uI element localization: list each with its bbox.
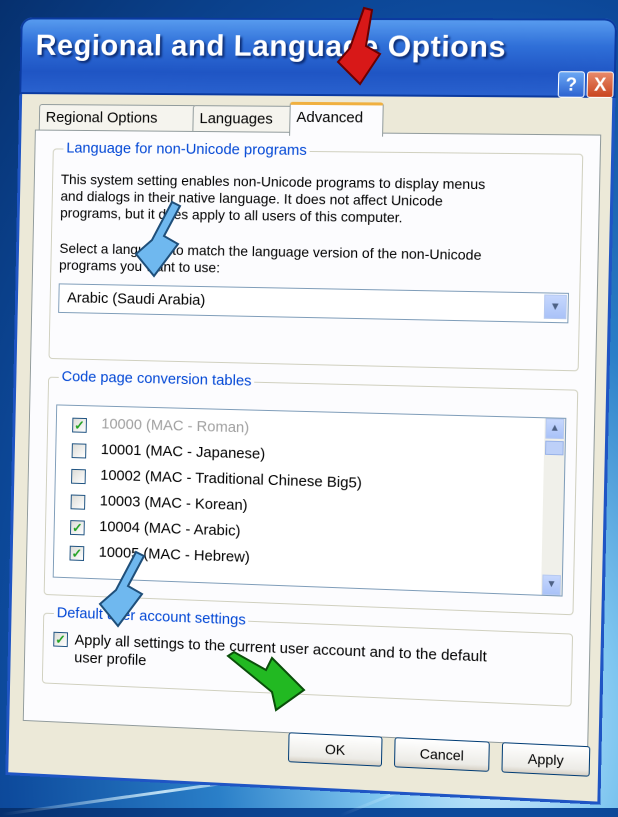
language-dropdown-value: Arabic (Saudi Arabia): [67, 289, 206, 309]
apply-button[interactable]: Apply: [501, 742, 590, 777]
list-item-label: 10003 (MAC - Korean): [100, 492, 248, 514]
dialog-body: Regional Options Languages Advanced Lang…: [5, 94, 615, 805]
list-item-label: 10000 (MAC - Roman): [101, 415, 249, 436]
list-item[interactable]: ✓ 10005 (MAC - Hebrew): [69, 542, 70, 568]
close-button[interactable]: X: [587, 71, 614, 98]
tab-languages[interactable]: Languages: [192, 105, 293, 133]
scroll-down-icon[interactable]: ▼: [542, 575, 561, 596]
scroll-up-icon[interactable]: ▲: [545, 418, 564, 439]
list-item[interactable]: ✓ 10000 (MAC - Roman): [72, 414, 73, 440]
checkbox[interactable]: ✓: [72, 418, 87, 433]
checkbox[interactable]: [72, 443, 87, 458]
tab-strip: Regional Options Languages Advanced: [39, 100, 40, 129]
green-pointer-icon: [226, 650, 306, 712]
cancel-button[interactable]: Cancel: [394, 737, 490, 772]
list-item[interactable]: 10002 (MAC - Traditional Chinese Big5): [71, 465, 72, 491]
list-scrollbar[interactable]: ▲ ▼: [541, 418, 565, 595]
list-item-label: 10002 (MAC - Traditional Chinese Big5): [100, 467, 362, 492]
chevron-down-icon[interactable]: ▼: [544, 294, 567, 319]
code-page-group-title: Code page conversion tables: [59, 368, 255, 390]
non-unicode-group: Language for non-Unicode programs This s…: [49, 148, 584, 371]
checkbox[interactable]: ✓: [69, 546, 84, 561]
title-bar: Regional and Language Options ? X: [19, 17, 617, 98]
window-title: Regional and Language Options: [35, 29, 506, 65]
scroll-thumb[interactable]: [545, 441, 564, 456]
list-item[interactable]: 10001 (MAC - Japanese): [71, 439, 72, 465]
non-unicode-description-line-3: programs, but it does apply to all users…: [60, 205, 403, 227]
help-button[interactable]: ?: [558, 71, 585, 98]
apply-all-checkbox[interactable]: ✓: [53, 632, 68, 647]
checkbox[interactable]: [71, 469, 86, 484]
red-pointer-icon: [330, 6, 386, 86]
checkbox[interactable]: ✓: [70, 520, 85, 535]
checkbox[interactable]: [71, 494, 86, 509]
list-item[interactable]: 10003 (MAC - Korean): [70, 491, 71, 517]
list-item[interactable]: ✓ 10004 (MAC - Arabic): [70, 516, 71, 542]
language-dropdown[interactable]: Arabic (Saudi Arabia) ▼: [58, 283, 569, 323]
ok-button[interactable]: OK: [288, 732, 383, 766]
apply-all-label-line-2: user profile: [74, 649, 146, 669]
advanced-tab-panel: Language for non-Unicode programs This s…: [23, 130, 601, 748]
non-unicode-group-title: Language for non-Unicode programs: [63, 140, 310, 159]
list-item-label: 10004 (MAC - Arabic): [99, 518, 241, 540]
blue-pointer-icon: [132, 200, 192, 280]
blue-pointer-icon: [96, 550, 156, 630]
regional-language-dialog: Regional and Language Options ? X Region…: [5, 17, 617, 804]
tab-advanced[interactable]: Advanced: [289, 102, 384, 137]
list-item-label: 10001 (MAC - Japanese): [101, 441, 266, 463]
tab-regional-options[interactable]: Regional Options: [39, 104, 197, 132]
